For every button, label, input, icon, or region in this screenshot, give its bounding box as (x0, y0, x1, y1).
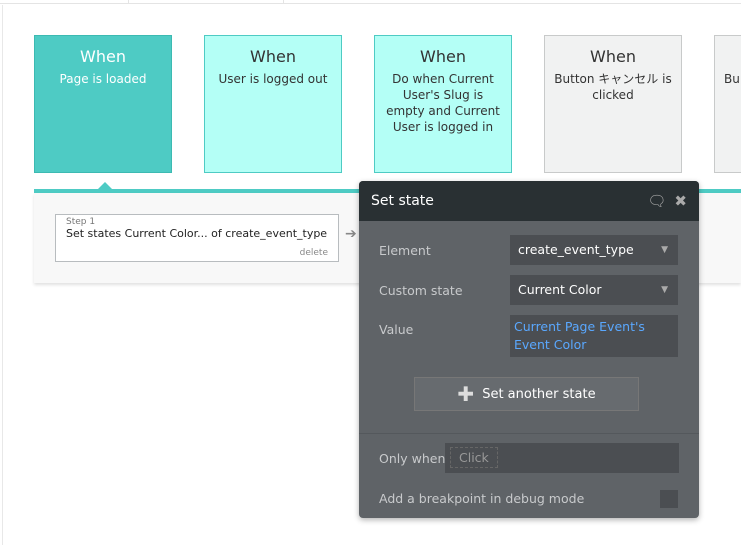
set-state-popup: Set state 🗨 ✖ Element create_event_type ▼… (359, 181, 699, 518)
set-another-state-button[interactable]: ✚ Set another state (414, 377, 639, 411)
element-dropdown[interactable]: create_event_type ▼ (510, 235, 678, 265)
custom-state-value: Current Color (518, 282, 602, 297)
event-card[interactable]: Bu (714, 35, 741, 173)
breakpoint-label: Add a breakpoint in debug mode (379, 491, 585, 506)
value-expression-input[interactable]: Current Page Event's Event Color (510, 315, 678, 357)
popup-title: Set state (371, 193, 434, 209)
event-card[interactable]: When Page is loaded (34, 35, 172, 173)
event-when: When (80, 47, 126, 66)
top-bar (0, 0, 741, 4)
comment-icon[interactable]: 🗨 (647, 192, 666, 210)
caret-down-icon: ▼ (661, 245, 668, 255)
event-card[interactable]: When Button キャンセル is clicked (544, 35, 682, 173)
top-divider (283, 0, 284, 4)
element-label: Element (379, 243, 431, 258)
event-when (715, 47, 741, 66)
event-description: Do when Current User's Slug is empty and… (386, 72, 500, 134)
divider (359, 433, 699, 434)
event-description: Bu (724, 72, 740, 86)
caret-down-icon: ▼ (661, 285, 668, 295)
event-description: User is logged out (218, 72, 328, 86)
only-when-label: Only when (379, 451, 446, 466)
breakpoint-checkbox[interactable] (660, 490, 678, 508)
event-description: Page is loaded (59, 72, 147, 86)
step-description: Set states Current Color... of create_ev… (66, 227, 328, 240)
value-label: Value (379, 322, 414, 337)
only-when-input[interactable]: Click (445, 443, 679, 473)
selected-event-pointer (98, 182, 112, 189)
arrow-right-icon: ➔ (345, 226, 357, 242)
event-card[interactable]: When User is logged out (204, 35, 342, 173)
event-when: When (250, 47, 296, 66)
event-when: When (590, 47, 636, 66)
event-card[interactable]: When Do when Current User's Slug is empty… (374, 35, 512, 173)
event-when: When (420, 47, 466, 66)
step-number: Step 1 (66, 217, 96, 227)
step-1-card[interactable]: Step 1 Set states Current Color... of cr… (55, 214, 339, 262)
close-icon[interactable]: ✖ (674, 192, 687, 210)
left-border (2, 5, 3, 545)
delete-step-link[interactable]: delete (300, 248, 328, 258)
plus-icon: ✚ (457, 382, 475, 406)
custom-state-dropdown[interactable]: Current Color ▼ (510, 275, 678, 305)
custom-state-label: Custom state (379, 283, 463, 298)
button-label: Set another state (482, 386, 596, 402)
click-placeholder[interactable]: Click (450, 447, 498, 468)
element-value: create_event_type (518, 242, 634, 257)
event-description: Button キャンセル is clicked (554, 72, 672, 102)
top-divider (128, 0, 129, 4)
